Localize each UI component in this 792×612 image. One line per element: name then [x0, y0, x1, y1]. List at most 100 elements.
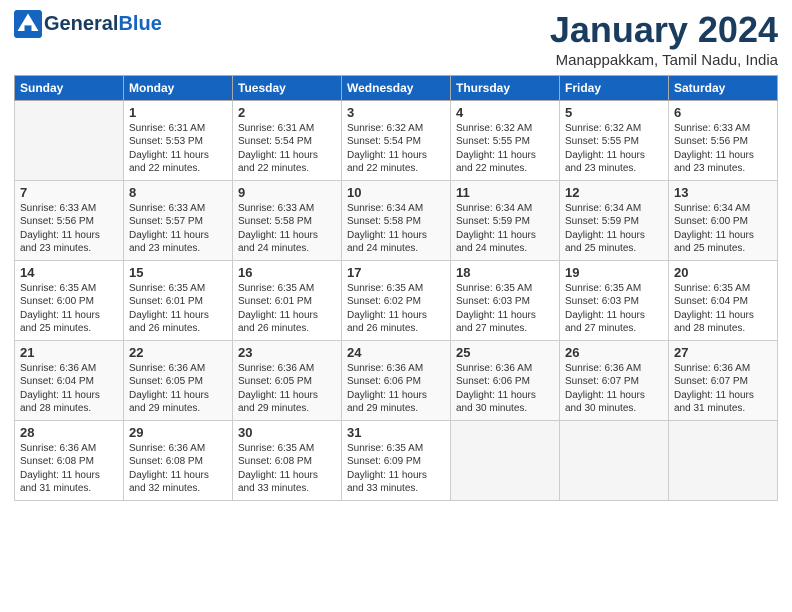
day-info: Sunrise: 6:36 AM Sunset: 6:08 PM Dayligh… [20, 442, 118, 496]
page-subtitle: Manappakkam, Tamil Nadu, India [550, 52, 778, 69]
calendar-cell: 2 Sunrise: 6:31 AM Sunset: 5:54 PM Daylig… [233, 100, 342, 180]
day-info: Sunrise: 6:35 AM Sunset: 6:04 PM Dayligh… [674, 282, 772, 336]
day-info: Sunrise: 6:33 AM Sunset: 5:58 PM Dayligh… [238, 202, 336, 256]
day-number: 31 [347, 425, 445, 440]
day-info: Sunrise: 6:36 AM Sunset: 6:06 PM Dayligh… [347, 362, 445, 416]
day-number: 27 [674, 345, 772, 360]
day-info: Sunrise: 6:35 AM Sunset: 6:01 PM Dayligh… [129, 282, 227, 336]
day-number: 22 [129, 345, 227, 360]
day-info: Sunrise: 6:36 AM Sunset: 6:06 PM Dayligh… [456, 362, 554, 416]
day-info: Sunrise: 6:36 AM Sunset: 6:07 PM Dayligh… [565, 362, 663, 416]
calendar-cell: 23Sunrise: 6:36 AM Sunset: 6:05 PM Dayli… [233, 340, 342, 420]
week-row-3: 14 Sunrise: 6:35 AM Sunset: 6:00 PM Dayli… [15, 260, 778, 340]
logo-general: General [44, 13, 118, 36]
column-header-monday: Monday [124, 75, 233, 100]
main-container: GeneralBlue January 2024 Manappakkam, Ta… [0, 0, 792, 509]
day-number: 6 [674, 105, 772, 120]
day-number: 17 [347, 265, 445, 280]
calendar-cell: 17 Sunrise: 6:35 AM Sunset: 6:02 PM Dayli… [342, 260, 451, 340]
day-number: 5 [565, 105, 663, 120]
day-number: 1 [129, 105, 227, 120]
calendar-cell: 24 Sunrise: 6:36 AM Sunset: 6:06 PM Dayli… [342, 340, 451, 420]
day-number: 8 [129, 185, 227, 200]
day-info: Sunrise: 6:35 AM Sunset: 6:02 PM Dayligh… [347, 282, 445, 336]
calendar-cell [669, 420, 778, 500]
calendar-cell: 20 Sunrise: 6:35 AM Sunset: 6:04 PM Dayli… [669, 260, 778, 340]
calendar-cell: 1 Sunrise: 6:31 AM Sunset: 5:53 PM Daylig… [124, 100, 233, 180]
calendar-cell: 30 Sunrise: 6:35 AM Sunset: 6:08 PM Dayli… [233, 420, 342, 500]
day-info: Sunrise: 6:36 AM Sunset: 6:04 PM Dayligh… [20, 362, 118, 416]
calendar-cell: 11 Sunrise: 6:34 AM Sunset: 5:59 PM Dayli… [451, 180, 560, 260]
day-number: 15 [129, 265, 227, 280]
day-number: 26 [565, 345, 663, 360]
calendar-cell: 14 Sunrise: 6:35 AM Sunset: 6:00 PM Dayli… [15, 260, 124, 340]
calendar-cell: 22 Sunrise: 6:36 AM Sunset: 6:05 PM Dayli… [124, 340, 233, 420]
title-area: January 2024 Manappakkam, Tamil Nadu, In… [550, 10, 778, 69]
day-number: 3 [347, 105, 445, 120]
day-number: 21 [20, 345, 118, 360]
header-row: SundayMondayTuesdayWednesdayThursdayFrid… [15, 75, 778, 100]
day-info: Sunrise: 6:32 AM Sunset: 5:54 PM Dayligh… [347, 122, 445, 176]
calendar-cell [15, 100, 124, 180]
calendar-cell [451, 420, 560, 500]
day-info: Sunrise: 6:36 AM Sunset: 6:05 PM Dayligh… [129, 362, 227, 416]
day-number: 16 [238, 265, 336, 280]
calendar-cell [560, 420, 669, 500]
column-header-thursday: Thursday [451, 75, 560, 100]
calendar-cell: 18Sunrise: 6:35 AM Sunset: 6:03 PM Dayli… [451, 260, 560, 340]
day-info: Sunrise: 6:34 AM Sunset: 5:59 PM Dayligh… [565, 202, 663, 256]
calendar-cell: 26 Sunrise: 6:36 AM Sunset: 6:07 PM Dayli… [560, 340, 669, 420]
calendar-cell: 10 Sunrise: 6:34 AM Sunset: 5:58 PM Dayli… [342, 180, 451, 260]
logo-blue: Blue [118, 13, 161, 36]
day-info: Sunrise: 6:34 AM Sunset: 6:00 PM Dayligh… [674, 202, 772, 256]
day-info: Sunrise: 6:35 AM Sunset: 6:09 PM Dayligh… [347, 442, 445, 496]
calendar-cell: 31 Sunrise: 6:35 AM Sunset: 6:09 PM Dayli… [342, 420, 451, 500]
day-info: Sunrise: 6:34 AM Sunset: 5:58 PM Dayligh… [347, 202, 445, 256]
day-info: Sunrise: 6:33 AM Sunset: 5:56 PM Dayligh… [674, 122, 772, 176]
day-number: 25 [456, 345, 554, 360]
day-info: Sunrise: 6:35 AM Sunset: 6:08 PM Dayligh… [238, 442, 336, 496]
week-row-1: 1 Sunrise: 6:31 AM Sunset: 5:53 PM Daylig… [15, 100, 778, 180]
day-info: Sunrise: 6:35 AM Sunset: 6:03 PM Dayligh… [565, 282, 663, 336]
day-info: Sunrise: 6:33 AM Sunset: 5:57 PM Dayligh… [129, 202, 227, 256]
day-number: 11 [456, 185, 554, 200]
calendar-cell: 12Sunrise: 6:34 AM Sunset: 5:59 PM Dayli… [560, 180, 669, 260]
day-number: 28 [20, 425, 118, 440]
day-info: Sunrise: 6:33 AM Sunset: 5:56 PM Dayligh… [20, 202, 118, 256]
calendar-cell: 27Sunrise: 6:36 AM Sunset: 6:07 PM Dayli… [669, 340, 778, 420]
day-info: Sunrise: 6:31 AM Sunset: 5:53 PM Dayligh… [129, 122, 227, 176]
day-info: Sunrise: 6:35 AM Sunset: 6:01 PM Dayligh… [238, 282, 336, 336]
week-row-4: 21 Sunrise: 6:36 AM Sunset: 6:04 PM Dayli… [15, 340, 778, 420]
day-number: 19 [565, 265, 663, 280]
day-number: 20 [674, 265, 772, 280]
day-number: 24 [347, 345, 445, 360]
day-info: Sunrise: 6:31 AM Sunset: 5:54 PM Dayligh… [238, 122, 336, 176]
day-number: 10 [347, 185, 445, 200]
day-number: 14 [20, 265, 118, 280]
logo: GeneralBlue [14, 10, 162, 38]
calendar-cell: 7 Sunrise: 6:33 AM Sunset: 5:56 PM Daylig… [15, 180, 124, 260]
day-info: Sunrise: 6:35 AM Sunset: 6:00 PM Dayligh… [20, 282, 118, 336]
day-number: 9 [238, 185, 336, 200]
day-info: Sunrise: 6:36 AM Sunset: 6:05 PM Dayligh… [238, 362, 336, 416]
calendar-cell: 3 Sunrise: 6:32 AM Sunset: 5:54 PM Daylig… [342, 100, 451, 180]
day-number: 30 [238, 425, 336, 440]
calendar-cell: 5 Sunrise: 6:32 AM Sunset: 5:55 PM Daylig… [560, 100, 669, 180]
day-info: Sunrise: 6:32 AM Sunset: 5:55 PM Dayligh… [565, 122, 663, 176]
column-header-saturday: Saturday [669, 75, 778, 100]
header: GeneralBlue January 2024 Manappakkam, Ta… [14, 10, 778, 69]
day-number: 29 [129, 425, 227, 440]
day-info: Sunrise: 6:36 AM Sunset: 6:08 PM Dayligh… [129, 442, 227, 496]
day-number: 7 [20, 185, 118, 200]
day-info: Sunrise: 6:32 AM Sunset: 5:55 PM Dayligh… [456, 122, 554, 176]
day-info: Sunrise: 6:34 AM Sunset: 5:59 PM Dayligh… [456, 202, 554, 256]
calendar-cell: 4Sunrise: 6:32 AM Sunset: 5:55 PM Daylig… [451, 100, 560, 180]
calendar-cell: 29 Sunrise: 6:36 AM Sunset: 6:08 PM Dayli… [124, 420, 233, 500]
column-header-friday: Friday [560, 75, 669, 100]
column-header-tuesday: Tuesday [233, 75, 342, 100]
day-number: 2 [238, 105, 336, 120]
calendar-table: SundayMondayTuesdayWednesdayThursdayFrid… [14, 75, 778, 501]
calendar-cell: 6 Sunrise: 6:33 AM Sunset: 5:56 PM Daylig… [669, 100, 778, 180]
calendar-cell: 9 Sunrise: 6:33 AM Sunset: 5:58 PM Daylig… [233, 180, 342, 260]
day-info: Sunrise: 6:35 AM Sunset: 6:03 PM Dayligh… [456, 282, 554, 336]
